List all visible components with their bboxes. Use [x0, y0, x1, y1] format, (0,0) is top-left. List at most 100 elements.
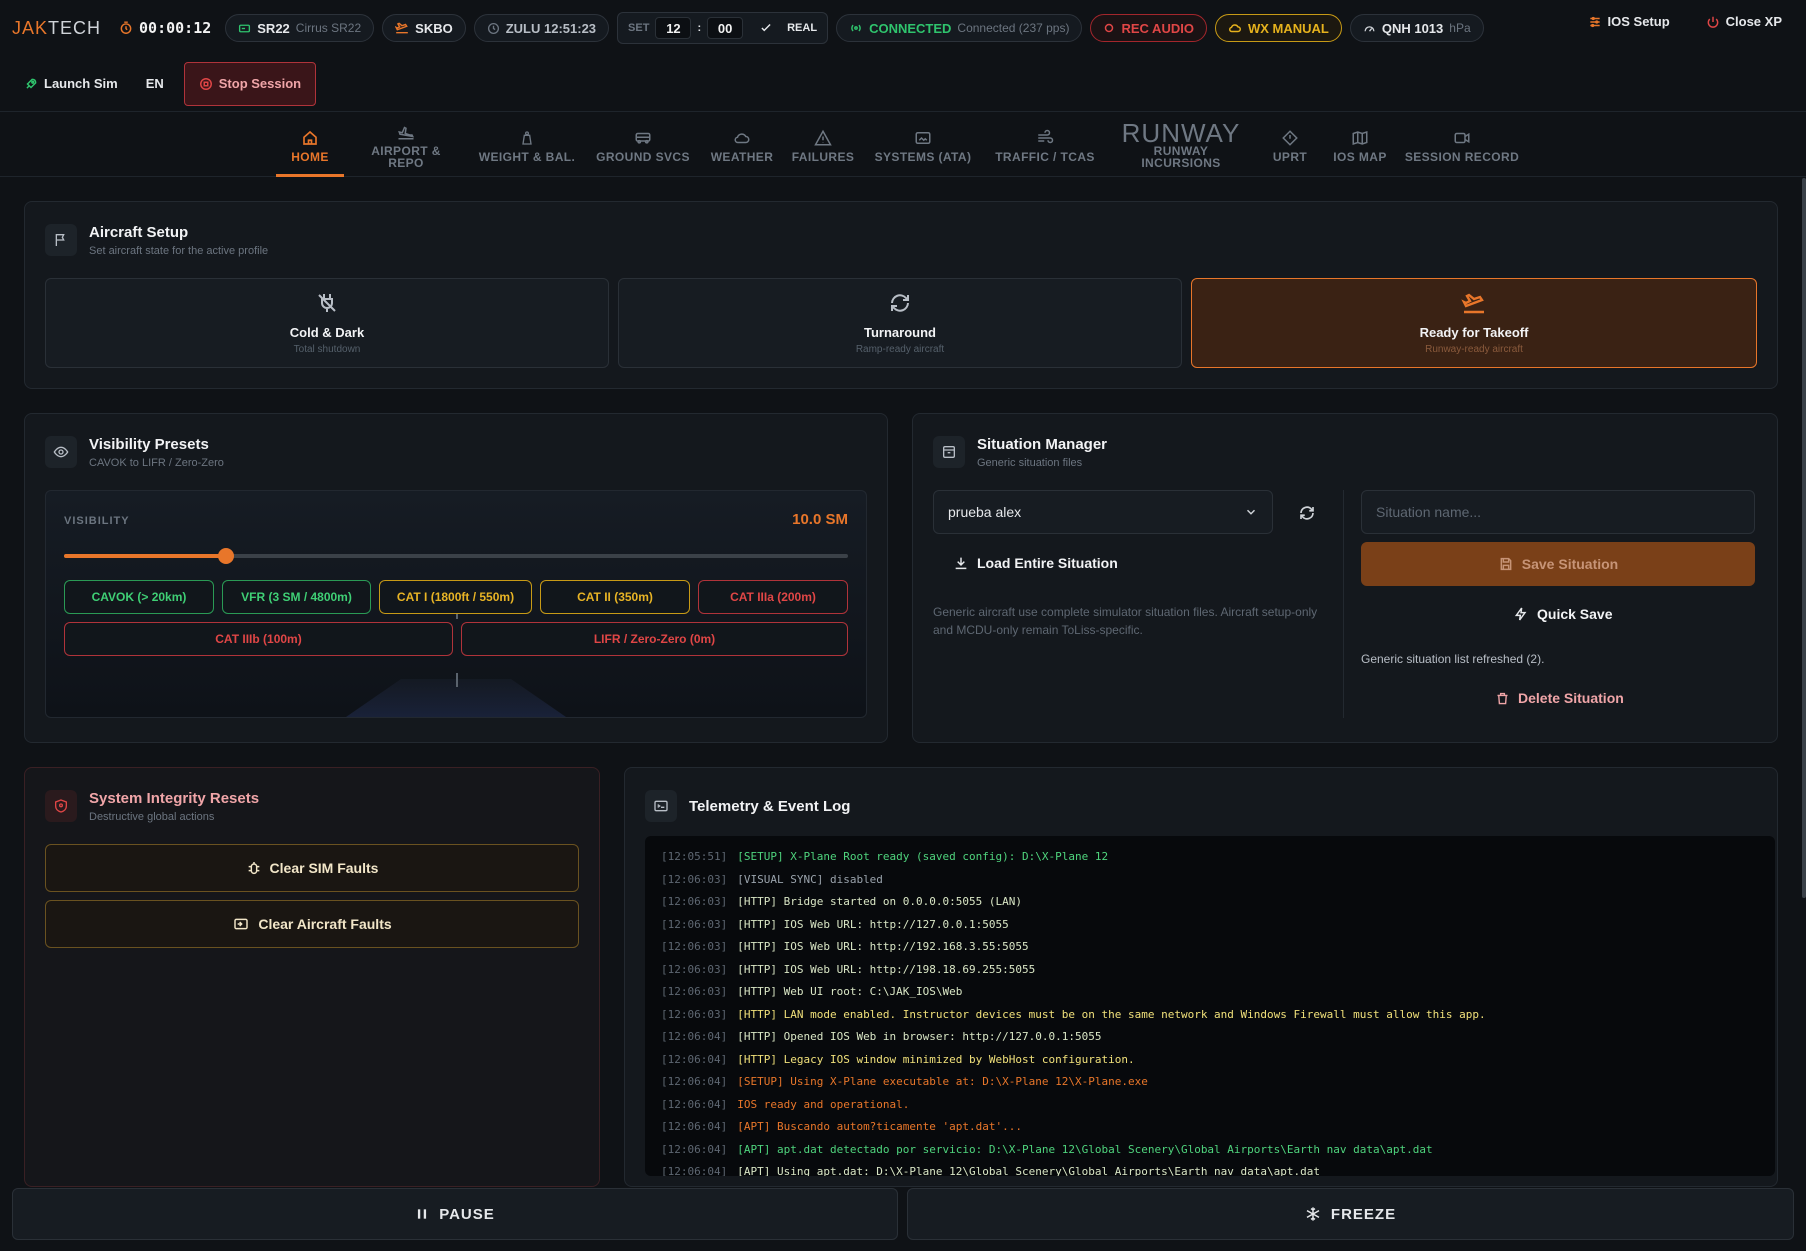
log-timestamp: [12:06:03]	[661, 917, 728, 931]
set-minute-input[interactable]: 00	[707, 17, 744, 39]
delete-situation-button[interactable]: Delete Situation	[1495, 690, 1624, 706]
situation-note: Generic aircraft use complete simulator …	[933, 605, 1318, 637]
preset-cat3b-button[interactable]: CAT IIIb (100m)	[64, 622, 453, 656]
visibility-slider[interactable]	[64, 548, 848, 564]
rec-audio-button[interactable]: REC AUDIO	[1090, 14, 1207, 42]
visibility-presets-card: Visibility Presets CAVOK to LIFR / Zero-…	[24, 413, 888, 743]
page-scrollbar[interactable]	[1802, 178, 1806, 898]
pause-button[interactable]: PAUSE	[12, 1188, 898, 1240]
aircraft-setup-title: Aircraft Setup	[89, 224, 189, 241]
situation-status: Generic situation list refreshed (2).	[1361, 652, 1545, 666]
tab-ios-map[interactable]: IOS MAP	[1328, 113, 1392, 177]
visibility-slider-thumb[interactable]	[217, 548, 234, 564]
plane-landing-icon	[398, 126, 415, 140]
situation-manager-card: Situation Manager Generic situation file…	[912, 413, 1778, 743]
tab-systems-ata[interactable]: SYSTEMS (ATA)	[872, 113, 974, 177]
preset-cat3a-button[interactable]: CAT IIIa (200m)	[698, 580, 848, 614]
image-chip-icon	[915, 132, 931, 144]
clear-aircraft-faults-button[interactable]: Clear Aircraft Faults	[45, 900, 579, 948]
bug-icon	[248, 862, 259, 875]
situation-select[interactable]: prueba alex	[933, 490, 1273, 534]
load-situation-button[interactable]: Load Entire Situation	[953, 555, 1118, 571]
refresh-icon	[891, 294, 909, 312]
ready-takeoff-button[interactable]: Ready for Takeoff Runway-ready aircraft	[1191, 278, 1757, 368]
launch-sim-button[interactable]: Launch Sim	[24, 76, 118, 91]
log-message: [VISUAL SYNC] disabled	[737, 872, 883, 886]
archive-icon	[943, 446, 955, 458]
preset-cat2-button[interactable]: CAT II (350m)	[540, 580, 690, 614]
refresh-list-icon[interactable]	[1298, 504, 1316, 522]
tab-runway-incursions[interactable]: RUNWAY RUNWAY INCURSIONS	[1108, 113, 1254, 177]
preset-lifr-button[interactable]: LIFR / Zero-Zero (0m)	[461, 622, 848, 656]
logo-tech: TECH	[48, 17, 102, 38]
flag-icon-box	[45, 224, 77, 256]
resets-subtitle: Destructive global actions	[89, 811, 215, 823]
save-situation-label: Save Situation	[1521, 556, 1619, 572]
preset-cavok-button[interactable]: CAVOK (> 20km)	[64, 580, 214, 614]
stop-session-button[interactable]: Stop Session	[183, 61, 317, 106]
cold-dark-sub: Total shutdown	[293, 344, 361, 355]
tab-traffic-tcas[interactable]: TRAFFIC / TCAS	[990, 113, 1100, 177]
log-line: [12:06:04] [HTTP] Legacy IOS window minim…	[661, 1053, 1759, 1076]
tab-weather[interactable]: WEATHER	[708, 113, 776, 177]
cold-dark-button[interactable]: Cold & Dark Total shutdown	[45, 278, 609, 368]
timer-value: 00:00:12	[139, 19, 212, 37]
lightning-icon	[1514, 607, 1527, 621]
save-icon	[1500, 557, 1512, 571]
record-icon	[1105, 23, 1114, 33]
qnh-chip[interactable]: QNH 1013 hPa	[1349, 14, 1484, 42]
signal-icon	[851, 24, 861, 32]
map-icon	[1352, 130, 1368, 146]
turnaround-button[interactable]: Turnaround Ramp-ready aircraft	[618, 278, 1182, 368]
runway-icon-text: RUNWAY	[1121, 118, 1241, 148]
situation-name-input[interactable]: Situation name...	[1361, 490, 1755, 534]
log-line: [12:06:03] [HTTP] LAN mode enabled. Instr…	[661, 1008, 1759, 1031]
close-xp-button[interactable]: Close XP	[1706, 14, 1782, 29]
qnh-unit: hPa	[1449, 21, 1471, 35]
close-xp-label: Close XP	[1725, 14, 1782, 29]
freeze-button[interactable]: FREEZE	[907, 1188, 1794, 1240]
log-message: [HTTP] Legacy IOS window minimized by We…	[737, 1052, 1135, 1066]
clear-sim-faults-button[interactable]: Clear SIM Faults	[45, 844, 579, 892]
real-time-button[interactable]: REAL	[787, 22, 817, 34]
tab-session-record[interactable]: SESSION RECORD	[1404, 113, 1520, 177]
ios-setup-button[interactable]: IOS Setup	[1588, 14, 1670, 29]
tab-home-label: HOME	[291, 150, 329, 164]
tab-failures[interactable]: FAILURES	[790, 113, 856, 177]
connection-status: CONNECTED Connected (237 pps)	[836, 14, 1083, 42]
log-timestamp: [12:06:04]	[661, 1097, 728, 1111]
tab-airport-repo-label: AIRPORT & REPO	[371, 144, 441, 170]
tab-ios-map-label: IOS MAP	[1333, 150, 1387, 164]
preset-cat1-button[interactable]: CAT I (1800ft / 550m)	[379, 580, 532, 614]
clear-sim-faults-label: Clear SIM Faults	[269, 860, 379, 876]
log-message: [SETUP] Using X-Plane executable at: D:\…	[737, 1075, 1148, 1088]
plug-off-icon	[318, 294, 336, 312]
log-line: [12:06:03] [HTTP] IOS Web URL: http://127…	[661, 918, 1759, 941]
tab-uprt[interactable]: UPRT	[1268, 113, 1312, 177]
quick-save-button[interactable]: Quick Save	[1513, 606, 1613, 622]
save-situation-button[interactable]: Save Situation	[1361, 542, 1755, 586]
tab-ground-svcs[interactable]: GROUND SVCS	[594, 113, 692, 177]
cold-dark-title: Cold & Dark	[289, 325, 365, 340]
log-message: [APT] apt.dat detectado por servicio: D:…	[737, 1142, 1433, 1156]
set-hour-input[interactable]: 12	[655, 17, 692, 39]
airport-chip[interactable]: SKBO	[382, 14, 466, 42]
tab-weight-balance[interactable]: WEIGHT & BAL.	[476, 113, 578, 177]
cloud-icon	[1228, 24, 1241, 33]
preset-vfr-button[interactable]: VFR (3 SM / 4800m)	[222, 580, 371, 614]
event-log[interactable]: [12:05:51] [SETUP] X-Plane Root ready (sa…	[645, 836, 1775, 1176]
language-selector[interactable]: EN	[146, 76, 164, 91]
aircraft-chip[interactable]: SR22 Cirrus SR22	[225, 14, 375, 42]
tab-airport-repo[interactable]: AIRPORT & REPO	[352, 113, 460, 177]
log-message: IOS ready and operational.	[737, 1097, 910, 1111]
log-timestamp: [12:06:04]	[661, 1075, 728, 1088]
runway-centerline-2	[456, 673, 458, 687]
tab-session-record-label: SESSION RECORD	[1404, 150, 1520, 164]
log-message: [HTTP] IOS Web URL: http://127.0.0.1:505…	[737, 917, 1009, 931]
ios-setup-label: IOS Setup	[1607, 14, 1670, 29]
log-timestamp: [12:06:04]	[661, 1142, 728, 1156]
wx-manual-button[interactable]: WX MANUAL	[1214, 14, 1342, 42]
tab-failures-label: FAILURES	[791, 150, 855, 164]
check-icon[interactable]	[755, 21, 777, 35]
tab-home[interactable]: HOME	[276, 113, 344, 177]
